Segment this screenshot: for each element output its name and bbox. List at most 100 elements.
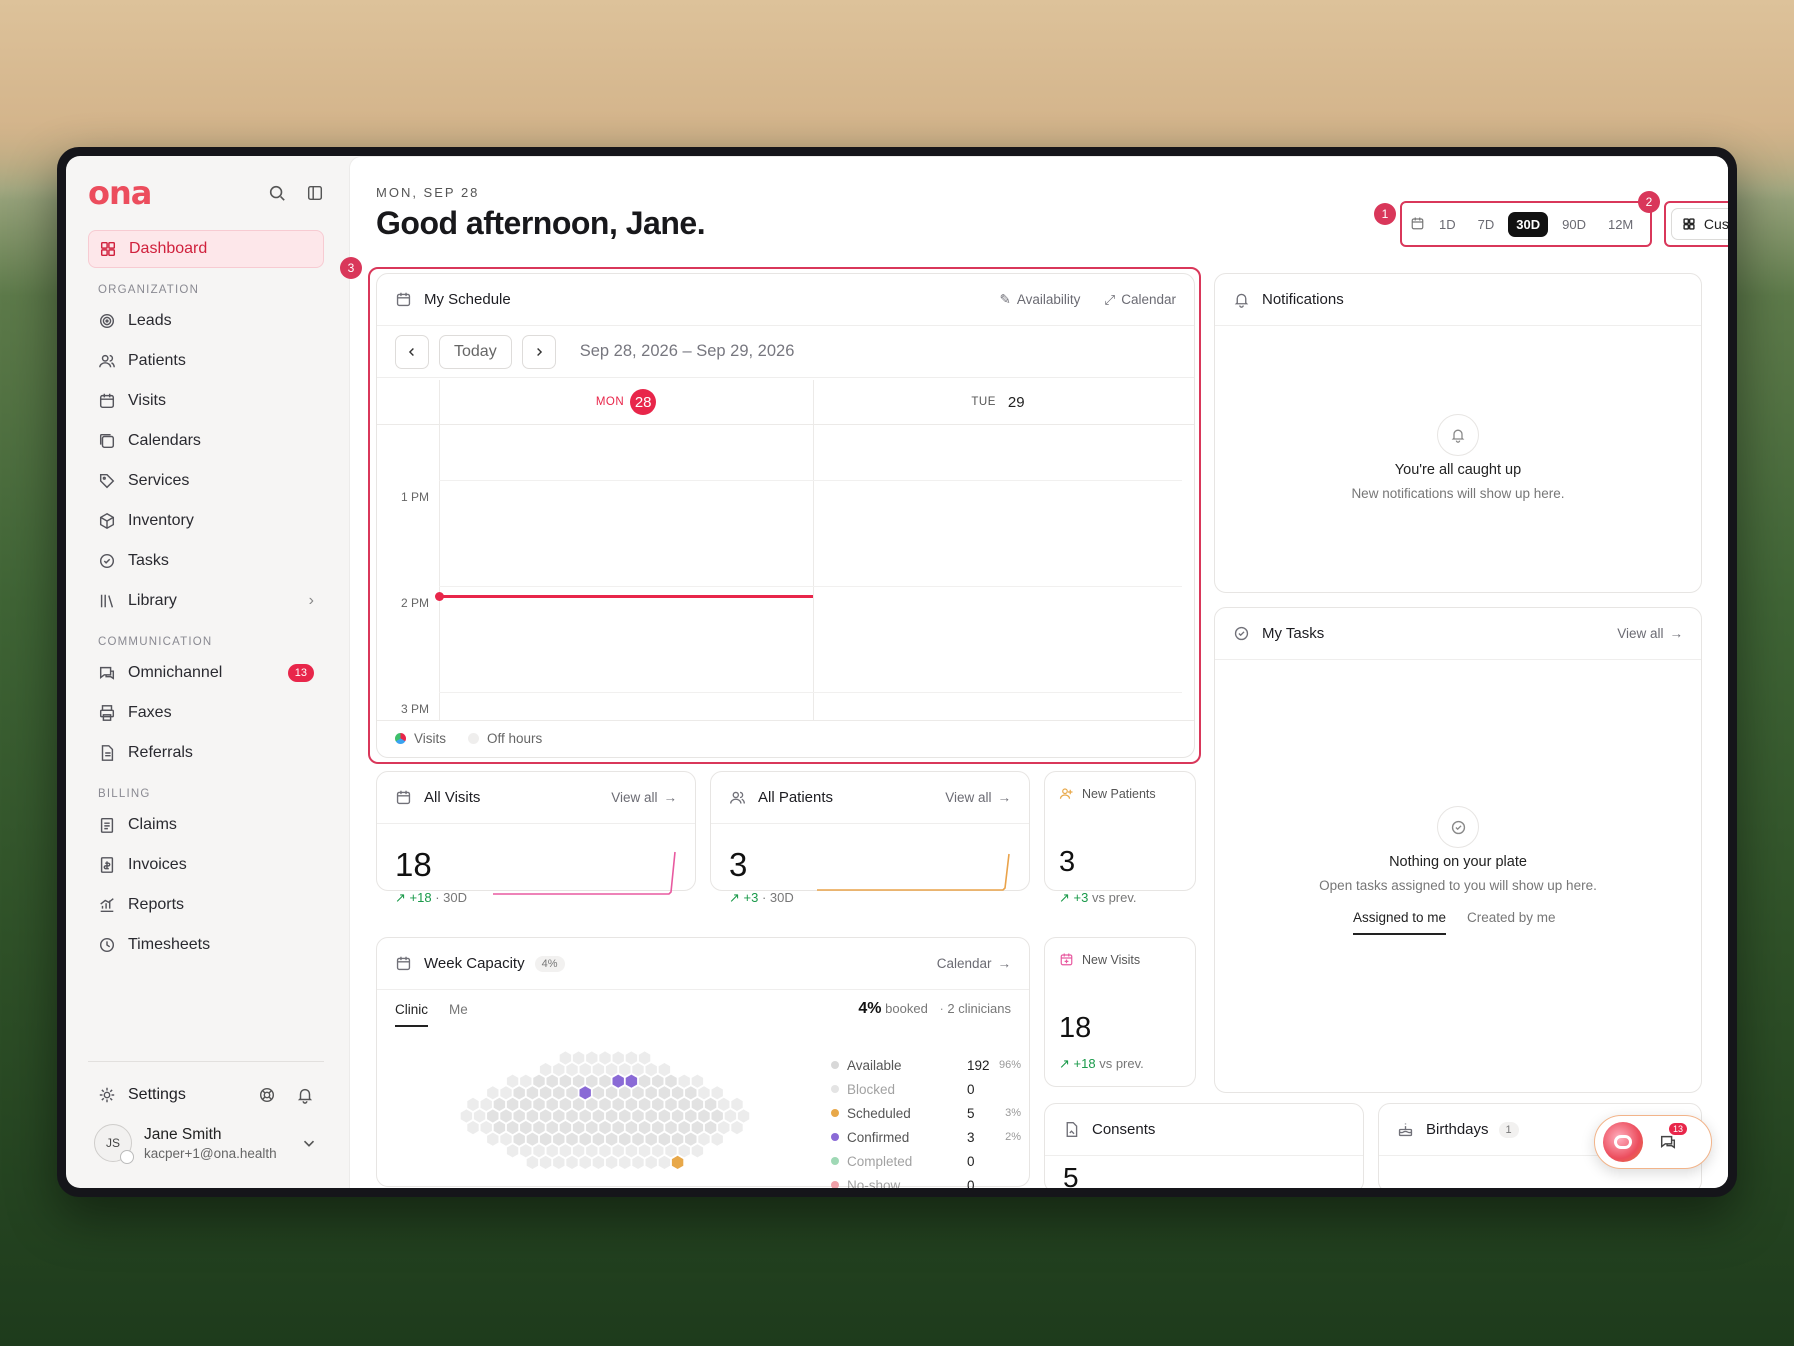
consents-card: Consents 5 <box>1044 1103 1364 1188</box>
capacity-legend-row: Confirmed 3 2% <box>831 1125 1021 1149</box>
range-12m[interactable]: 12M <box>1600 212 1641 237</box>
user-plus-icon <box>1059 788 1073 799</box>
capacity-calendar-link[interactable]: Calendar → <box>937 956 1011 971</box>
sidebar-item-patients[interactable]: Patients <box>88 342 324 380</box>
today-button[interactable]: Today <box>439 334 512 369</box>
user-menu[interactable]: JS Jane Smith kacper+1@ona.health <box>88 1124 324 1164</box>
date-range-selector: 1D 7D 30D 90D 12M <box>1400 201 1652 247</box>
sidebar-item-label: Invoices <box>128 856 187 873</box>
chat-icon[interactable]: 13 <box>1659 1122 1688 1151</box>
calendar-icon[interactable] <box>1410 215 1425 233</box>
grid-line <box>439 480 1182 481</box>
sidebar-item-claims[interactable]: Claims <box>88 806 324 844</box>
sidebar-item-inventory[interactable]: Inventory <box>88 502 324 540</box>
sidebar-item-visits[interactable]: Visits <box>88 382 324 420</box>
sidebar-item-omnichannel[interactable]: Omnichannel 13 <box>88 654 324 692</box>
capacity-hex-cell <box>500 1132 512 1146</box>
tab-created-by-me[interactable]: Created by me <box>1467 910 1556 925</box>
range-7d[interactable]: 7D <box>1470 212 1503 237</box>
capacity-hex-cell <box>553 1155 565 1169</box>
sidebar-item-library[interactable]: Library › <box>88 582 324 620</box>
search-icon[interactable] <box>268 184 286 202</box>
capacity-hex-cell <box>467 1121 479 1135</box>
sidebar-item-dashboard[interactable]: Dashboard <box>88 230 324 268</box>
sidebar-item-referrals[interactable]: Referrals <box>88 734 324 772</box>
help-icon[interactable] <box>258 1086 276 1104</box>
capacity-hex-cell <box>559 1121 572 1135</box>
clipboard-icon <box>100 817 114 833</box>
sidebar-item-timesheets[interactable]: Timesheets <box>88 926 324 964</box>
sidebar-item-label: Library <box>128 592 177 609</box>
capacity-hex-cell <box>586 1097 598 1111</box>
assistant-avatar-icon[interactable] <box>1603 1122 1643 1162</box>
capacity-hex-cell <box>599 1051 611 1065</box>
booked-label: booked <box>885 1001 928 1016</box>
sidebar-item-tasks[interactable]: Tasks <box>88 542 324 580</box>
tasks-view-all[interactable]: View all → <box>1617 626 1683 641</box>
next-button[interactable] <box>521 334 556 369</box>
capacity-hex-cell <box>460 1109 473 1123</box>
capacity-hex-cell <box>645 1063 657 1077</box>
capacity-hex-cell <box>625 1121 638 1135</box>
sidebar-item-reports[interactable]: Reports <box>88 886 324 924</box>
tab-me[interactable]: Me <box>449 1002 468 1017</box>
tab-assigned-to-me[interactable]: Assigned to me <box>1353 910 1447 935</box>
check-circle-icon <box>1234 626 1249 641</box>
bell-icon[interactable] <box>296 1086 314 1104</box>
customize-button[interactable]: Customize <box>1670 208 1728 240</box>
chevron-right-icon: › <box>308 592 314 609</box>
calendar-link[interactable]: ⤢ Calendar <box>1104 292 1176 308</box>
tasks-empty-title: Nothing on your plate <box>1389 854 1527 870</box>
birthdays-title: Birthdays <box>1426 1121 1489 1138</box>
prev-button[interactable] <box>395 334 429 369</box>
customize-highlight: Customize <box>1664 201 1728 247</box>
sidebar-item-settings[interactable]: Settings <box>88 1076 324 1114</box>
bell-icon <box>1234 293 1249 308</box>
sidebar-toggle-icon[interactable] <box>306 184 324 202</box>
range-1d[interactable]: 1D <box>1431 212 1464 237</box>
capacity-legend-row: No-show 0 <box>831 1173 1021 1188</box>
capacity-hex-cell <box>533 1074 545 1088</box>
capacity-hex-cell <box>619 1109 631 1123</box>
capacity-legend: Available 192 96% Blocked 0 Scheduled 5 3% Confi… <box>831 1053 1021 1188</box>
time-label: 1 PM <box>401 490 430 504</box>
capacity-hex-cell <box>533 1097 545 1111</box>
legend-value: 192 <box>967 1057 990 1073</box>
grid-line <box>813 380 814 721</box>
sidebar-item-leads[interactable]: Leads <box>88 302 324 340</box>
delta-suffix: vs prev. <box>1099 1056 1144 1071</box>
chevron-down-icon[interactable] <box>300 1134 318 1152</box>
check-circle-icon <box>99 553 115 569</box>
capacity-hex-cell <box>605 1155 618 1169</box>
availability-link[interactable]: ✎ Availability <box>1000 292 1081 308</box>
capacity-hex-cell <box>658 1132 671 1146</box>
legend-value: 0 <box>967 1177 975 1189</box>
sidebar-item-calendars[interactable]: Calendars <box>88 422 324 460</box>
schedule-title: My Schedule <box>424 291 511 308</box>
legend-label: No-show <box>847 1177 901 1189</box>
capacity-hex-cell <box>539 1155 552 1169</box>
capacity-hex-cell <box>612 1097 624 1111</box>
all-patients-view-all[interactable]: View all → <box>945 790 1011 805</box>
chat-launcher[interactable]: 13 <box>1594 1115 1712 1169</box>
calendar-icon <box>99 393 115 409</box>
delta-value: +3 <box>1073 890 1089 905</box>
all-visits-view-all[interactable]: View all → <box>611 790 677 805</box>
capacity-hex-cell <box>638 1144 651 1158</box>
capacity-hex-cell <box>546 1074 558 1088</box>
day-header-mon[interactable]: MON 28 <box>439 380 813 424</box>
sidebar-item-invoices[interactable]: Invoices <box>88 846 324 884</box>
sidebar-item-services[interactable]: Services <box>88 462 324 500</box>
capacity-hex-cell <box>572 1051 585 1065</box>
range-90d[interactable]: 90D <box>1554 212 1594 237</box>
capacity-hex-cell <box>586 1051 598 1065</box>
range-30d[interactable]: 30D <box>1508 211 1549 237</box>
capacity-legend-row: Blocked 0 <box>831 1077 1021 1101</box>
tab-clinic[interactable]: Clinic <box>395 1002 429 1027</box>
sidebar-item-label: Patients <box>128 352 186 369</box>
day-header-tue[interactable]: TUE 29 <box>813 380 1183 424</box>
all-patients-title: All Patients <box>758 789 834 806</box>
capacity-legend-row: Available 192 96% <box>831 1053 1021 1077</box>
tag-icon <box>99 473 115 489</box>
sidebar-item-faxes[interactable]: Faxes <box>88 694 324 732</box>
